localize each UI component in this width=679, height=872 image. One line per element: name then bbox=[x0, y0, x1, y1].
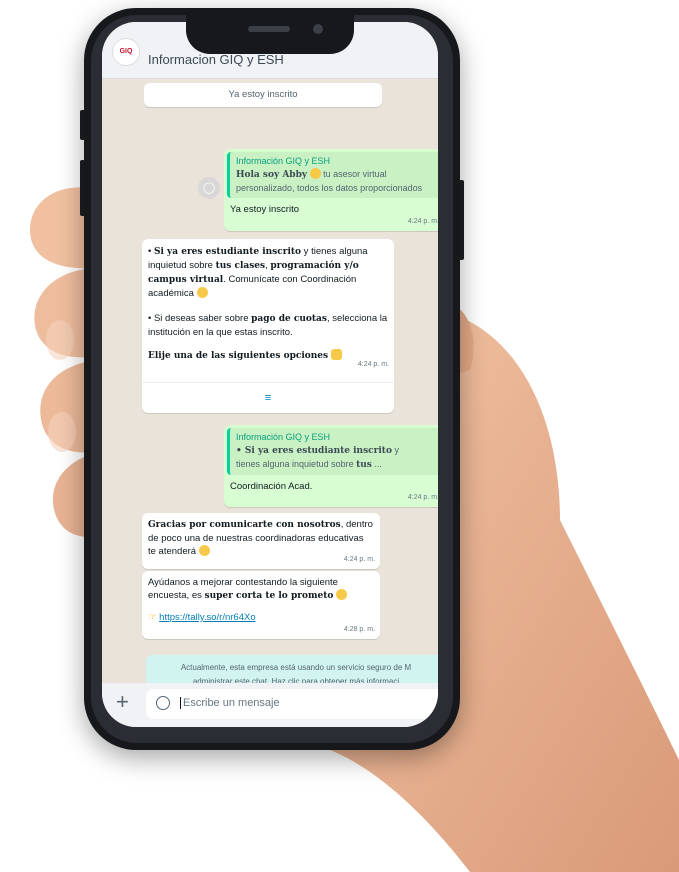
incoming-message: Gracias por comunicarte con nosotros, de… bbox=[142, 513, 380, 569]
incoming-message: Ayúdanos a mejorar contestando la siguie… bbox=[142, 571, 380, 639]
message-text: Ya estoy inscrito bbox=[230, 204, 299, 215]
smile-emoji-icon bbox=[198, 545, 210, 556]
bold-text: super corta te lo prometo bbox=[204, 591, 334, 601]
bold-text: tus clases bbox=[215, 261, 266, 271]
quoted-message[interactable]: Información GIQ y ESH • Si ya eres estud… bbox=[227, 428, 438, 475]
notice-line: Actualmente, esta empresa está usando un… bbox=[180, 663, 412, 672]
incoming-message: • Si ya eres estudiante inscrito y tiene… bbox=[142, 239, 394, 413]
message-placeholder: Escribe un mensaje bbox=[180, 697, 280, 709]
message-time: 4:24 p. m. bbox=[407, 494, 438, 501]
quote-rest: y bbox=[391, 445, 399, 455]
message-time: 4:24 p. m. bbox=[343, 556, 375, 563]
survey-link[interactable]: https://tally.so/r/nr64Xo bbox=[159, 612, 255, 623]
list-icon: ≡ bbox=[264, 392, 272, 404]
bold-text: pago de cuotas bbox=[251, 314, 327, 324]
forward-icon[interactable]: ◯ bbox=[198, 177, 220, 199]
point-right-emoji-icon: ☞ bbox=[148, 612, 157, 623]
quote-author: Información GIQ y ESH bbox=[236, 156, 331, 166]
message-time: 4:24 p. m. bbox=[407, 218, 438, 225]
bold-text: Gracias por comunicarte con nosotros bbox=[148, 520, 341, 530]
smirk-emoji-icon bbox=[196, 287, 208, 298]
chat-area: Ya estoy inscrito ◯ Información GIQ y ES… bbox=[102, 79, 438, 695]
chat-title[interactable]: Informacion GIQ y ESH bbox=[148, 52, 284, 67]
quote-ellipsis: ... bbox=[371, 459, 382, 469]
point-down-emoji-icon bbox=[330, 349, 342, 360]
quote-rest: tu asesor virtual bbox=[320, 169, 387, 179]
phone-screen: GIQ Informacion GIQ y ESH Ya estoy inscr… bbox=[102, 22, 438, 727]
info-paragraph-3: Elije una de las siguientes opciones bbox=[148, 349, 388, 363]
avatar[interactable]: GIQ bbox=[112, 38, 140, 66]
message-time: 4:28 p. m. bbox=[343, 626, 375, 633]
phone-notch bbox=[186, 14, 354, 54]
list-button[interactable]: ≡ bbox=[142, 382, 394, 413]
info-paragraph-2: • Si deseas saber sobre pago de cuotas, … bbox=[148, 312, 388, 339]
front-camera-icon bbox=[313, 24, 323, 34]
quote-bold: Hola soy Abby bbox=[236, 170, 308, 180]
text: • Si deseas saber sobre bbox=[148, 313, 252, 324]
bold-text: Si ya eres estudiante inscrito bbox=[153, 247, 302, 257]
quick-reply-button[interactable]: Ya estoy inscrito bbox=[144, 83, 382, 107]
composer-bar: + Escribe un mensaje bbox=[102, 683, 438, 727]
outgoing-message: Información GIQ y ESH • Si ya eres estud… bbox=[224, 425, 438, 507]
pleading-emoji-icon bbox=[336, 589, 348, 600]
quote-bold: • Si ya eres estudiante inscrito bbox=[236, 446, 392, 456]
speaker-grille bbox=[248, 26, 290, 32]
quote-line: tienes alguna inquietud sobre tus ... bbox=[236, 458, 435, 472]
outgoing-message: Información GIQ y ESH Hola soy Abby tu a… bbox=[224, 149, 438, 231]
quote-author: Información GIQ y ESH bbox=[236, 432, 331, 442]
message-text: Coordinación Acad. bbox=[230, 481, 313, 492]
grin-emoji-icon bbox=[309, 168, 321, 179]
emoji-icon[interactable] bbox=[156, 696, 170, 710]
quote-bold: tus bbox=[356, 460, 372, 470]
info-paragraph-1: • Si ya eres estudiante inscrito y tiene… bbox=[148, 245, 388, 300]
quoted-message[interactable]: Información GIQ y ESH Hola soy Abby tu a… bbox=[227, 152, 438, 198]
bold-text: Elije una de las siguientes opciones bbox=[148, 351, 329, 361]
message-time: 4:24 p. m. bbox=[357, 361, 389, 368]
attach-plus-icon[interactable]: + bbox=[116, 691, 129, 713]
quote-text: Hola soy Abby tu asesor virtual bbox=[236, 168, 435, 182]
quote-text: • Si ya eres estudiante inscrito y bbox=[236, 444, 435, 458]
quote-line-text: tienes alguna inquietud sobre bbox=[236, 459, 357, 469]
quote-line: personalizado, todos los datos proporcio… bbox=[236, 183, 423, 193]
message-input[interactable]: Escribe un mensaje bbox=[146, 689, 438, 719]
